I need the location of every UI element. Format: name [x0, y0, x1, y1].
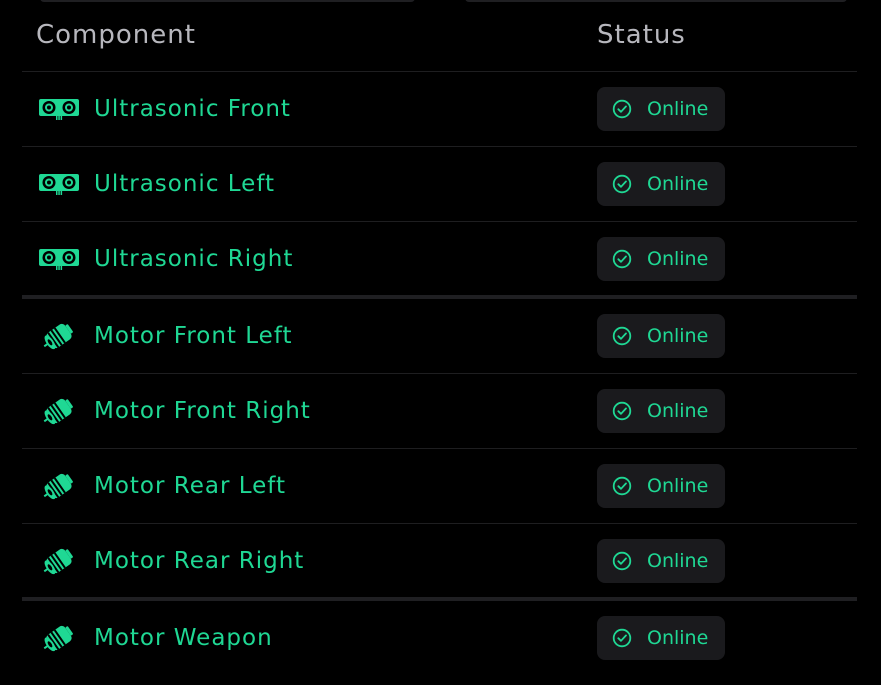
- component-name: Motor Rear Right: [94, 547, 305, 574]
- status-text: Online: [647, 400, 709, 422]
- status-badge: Online: [597, 616, 725, 660]
- table-header: Component Status: [22, 0, 857, 72]
- component-name: Motor Weapon: [94, 625, 273, 651]
- status-badge: Online: [597, 314, 725, 358]
- status-badge: Online: [597, 162, 725, 206]
- component-name: Ultrasonic Right: [94, 245, 294, 272]
- table-row: Ultrasonic Front Online: [22, 72, 857, 147]
- check-circle-icon: [612, 476, 632, 496]
- check-circle-icon: [612, 99, 632, 119]
- status-text: Online: [647, 247, 709, 270]
- ultrasonic-sensor-icon: [38, 92, 80, 126]
- check-circle-icon: [612, 174, 632, 194]
- status-badge: Online: [597, 87, 725, 131]
- motor-icon: [38, 621, 80, 655]
- component-name: Motor Rear Left: [94, 473, 287, 499]
- table-row: Motor Front Left Online: [22, 299, 857, 374]
- status-text: Online: [647, 627, 709, 649]
- status-text: Online: [647, 98, 709, 120]
- component-name: Motor Front Right: [94, 398, 311, 424]
- table-row: Motor Rear Right Online: [22, 524, 857, 601]
- motor-icon: [38, 544, 80, 578]
- status-text: Online: [647, 475, 709, 497]
- column-header-component: Component: [36, 20, 196, 50]
- motor-icon: [38, 394, 80, 428]
- table-row: Motor Front Right Online: [22, 374, 857, 449]
- status-text: Online: [647, 173, 709, 195]
- check-circle-icon: [612, 249, 632, 268]
- column-header-status: Status: [597, 20, 686, 50]
- component-status-table: Component Status Ultrasonic Front Online…: [22, 0, 857, 675]
- component-name: Ultrasonic Front: [94, 96, 291, 122]
- check-circle-icon: [612, 551, 632, 570]
- check-circle-icon: [612, 628, 632, 648]
- table-row: Ultrasonic Left Online: [22, 147, 857, 222]
- status-badge: Online: [597, 464, 725, 508]
- ultrasonic-sensor-icon: [38, 242, 80, 276]
- table-row: Motor Rear Left Online: [22, 449, 857, 524]
- status-text: Online: [647, 549, 709, 572]
- table-row: Ultrasonic Right Online: [22, 222, 857, 299]
- status-text: Online: [647, 325, 709, 347]
- status-badge: Online: [597, 538, 725, 583]
- component-name: Ultrasonic Left: [94, 171, 276, 197]
- ultrasonic-sensor-icon: [38, 167, 80, 201]
- status-badge: Online: [597, 389, 725, 433]
- motor-icon: [38, 469, 80, 503]
- table-row: Motor Weapon Online: [22, 601, 857, 675]
- status-badge: Online: [597, 236, 725, 281]
- check-circle-icon: [612, 326, 632, 346]
- motor-icon: [38, 319, 80, 353]
- component-name: Motor Front Left: [94, 323, 293, 349]
- check-circle-icon: [612, 401, 632, 421]
